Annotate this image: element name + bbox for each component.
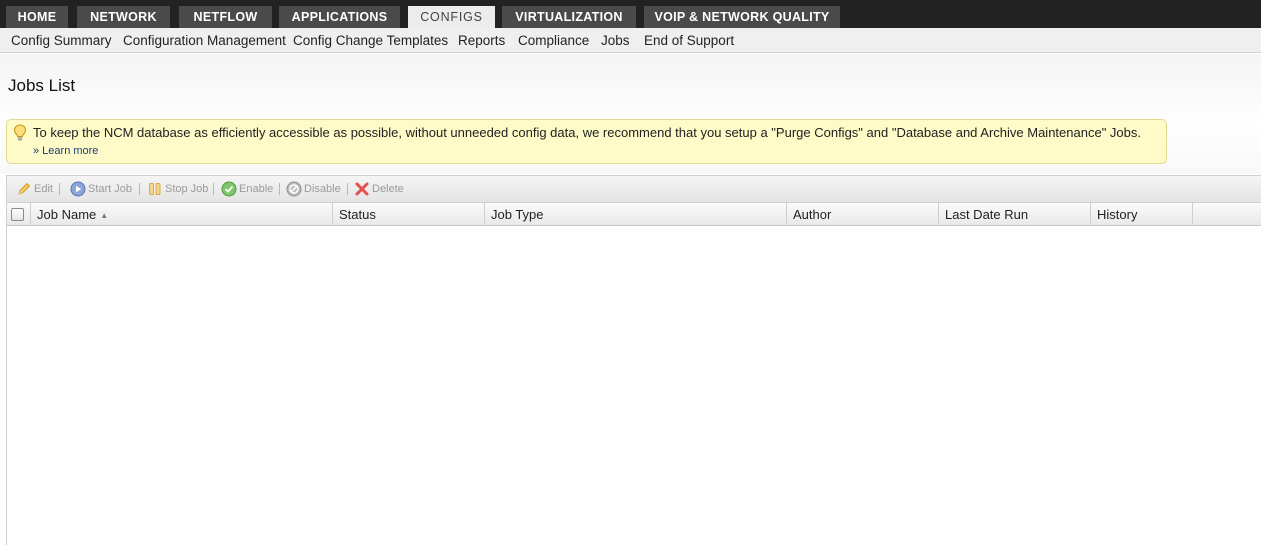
maintenance-notice: To keep the NCM database as efficiently … — [6, 119, 1167, 164]
lightbulb-icon — [13, 124, 27, 141]
column-job-type[interactable]: Job Type — [485, 203, 787, 226]
sort-ascending-icon: ▲ — [100, 211, 109, 220]
subnav-compliance[interactable]: Compliance — [518, 33, 589, 48]
jobs-grid: Job Name ▲ Status Job Type Author Last Da… — [6, 202, 1261, 545]
column-author[interactable]: Author — [787, 203, 939, 226]
select-all-column — [7, 203, 31, 226]
subnav-configuration-management[interactable]: Configuration Management — [123, 33, 286, 48]
tab-virtualization[interactable]: VIRTUALIZATION — [502, 6, 636, 28]
tab-applications[interactable]: APPLICATIONS — [279, 6, 400, 28]
select-all-checkbox[interactable] — [11, 208, 24, 221]
edit-button[interactable]: Edit — [16, 181, 56, 197]
subnav-end-of-support[interactable]: End of Support — [644, 33, 734, 48]
notice-message: To keep the NCM database as efficiently … — [33, 125, 1141, 140]
column-label: Job Name — [37, 207, 97, 222]
tab-netflow[interactable]: NETFLOW — [179, 6, 272, 28]
disable-button[interactable]: Disable — [286, 181, 344, 197]
tab-voip-network-quality[interactable]: VOIP & NETWORK QUALITY — [644, 6, 840, 28]
column-status[interactable]: Status — [333, 203, 485, 226]
page-title: Jobs List — [8, 76, 76, 95]
play-icon — [70, 181, 86, 197]
subnav-jobs[interactable]: Jobs — [601, 33, 630, 48]
tab-configs[interactable]: CONFIGS — [408, 6, 495, 28]
column-last-date-run[interactable]: Last Date Run — [939, 203, 1091, 226]
delete-button[interactable]: Delete — [354, 181, 406, 197]
column-job-name[interactable]: Job Name ▲ — [31, 203, 333, 226]
toolbar-separator — [347, 183, 348, 195]
learn-more-link[interactable]: » Learn more — [33, 145, 98, 157]
check-circle-icon — [221, 181, 237, 197]
toolbar-separator — [59, 183, 60, 195]
column-history[interactable]: History — [1091, 203, 1193, 226]
delete-x-icon — [355, 182, 369, 196]
subnav-reports[interactable]: Reports — [458, 33, 505, 48]
grid-header: Job Name ▲ Status Job Type Author Last Da… — [7, 202, 1261, 226]
enable-button[interactable]: Enable — [221, 181, 276, 197]
stop-job-button[interactable]: Stop Job — [147, 181, 209, 197]
main-tab-bar: HOME NETWORK NETFLOW APPLICATIONS CONFIG… — [0, 0, 1261, 28]
disabled-icon — [286, 181, 302, 197]
toolbar-separator — [279, 183, 280, 195]
grid-body — [7, 226, 1261, 545]
tab-network[interactable]: NETWORK — [77, 6, 170, 28]
subnav-config-summary[interactable]: Config Summary — [11, 33, 112, 48]
sub-navigation: Config Summary Configuration Management … — [0, 28, 1261, 53]
start-job-button[interactable]: Start Job — [70, 181, 136, 197]
toolbar-separator — [139, 183, 140, 195]
tab-home[interactable]: HOME — [6, 6, 68, 28]
pause-icon — [149, 183, 161, 195]
jobs-toolbar: Edit Start Job Stop Job Enable Disable D… — [6, 175, 1261, 202]
pencil-icon — [18, 182, 31, 195]
toolbar-separator — [213, 183, 214, 195]
subnav-config-change-templates[interactable]: Config Change Templates — [293, 33, 448, 48]
